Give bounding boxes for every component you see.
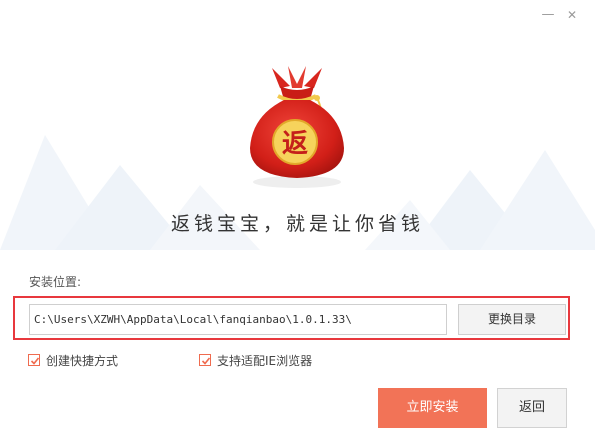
logo-character: 返: [282, 129, 308, 159]
install-path-input[interactable]: [29, 304, 447, 335]
change-directory-button[interactable]: 更换目录: [458, 304, 566, 335]
create-shortcut-checkbox[interactable]: [28, 354, 40, 366]
checkmark-icon: [30, 357, 40, 365]
ie-support-checkbox[interactable]: [199, 354, 211, 366]
money-bag-icon: 返: [250, 66, 344, 188]
create-shortcut-label: 创建快捷方式: [46, 353, 119, 368]
install-location-label: 安装位置:: [29, 275, 82, 289]
install-now-button[interactable]: 立即安装: [378, 388, 487, 428]
installer-window: — ✕ 返 返钱宝宝，就是让你省钱 安装位置: 更换目录: [0, 0, 595, 444]
ie-support-option[interactable]: 支持适配IE浏览器: [199, 352, 312, 368]
create-shortcut-option[interactable]: 创建快捷方式: [28, 352, 118, 368]
back-button[interactable]: 返回: [497, 388, 567, 428]
ie-support-label: 支持适配IE浏览器: [217, 353, 313, 368]
close-icon[interactable]: ✕: [562, 7, 582, 23]
checkmark-icon: [201, 357, 211, 365]
minimize-icon[interactable]: —: [538, 7, 558, 23]
slogan-text: 返钱宝宝，就是让你省钱: [170, 213, 424, 235]
